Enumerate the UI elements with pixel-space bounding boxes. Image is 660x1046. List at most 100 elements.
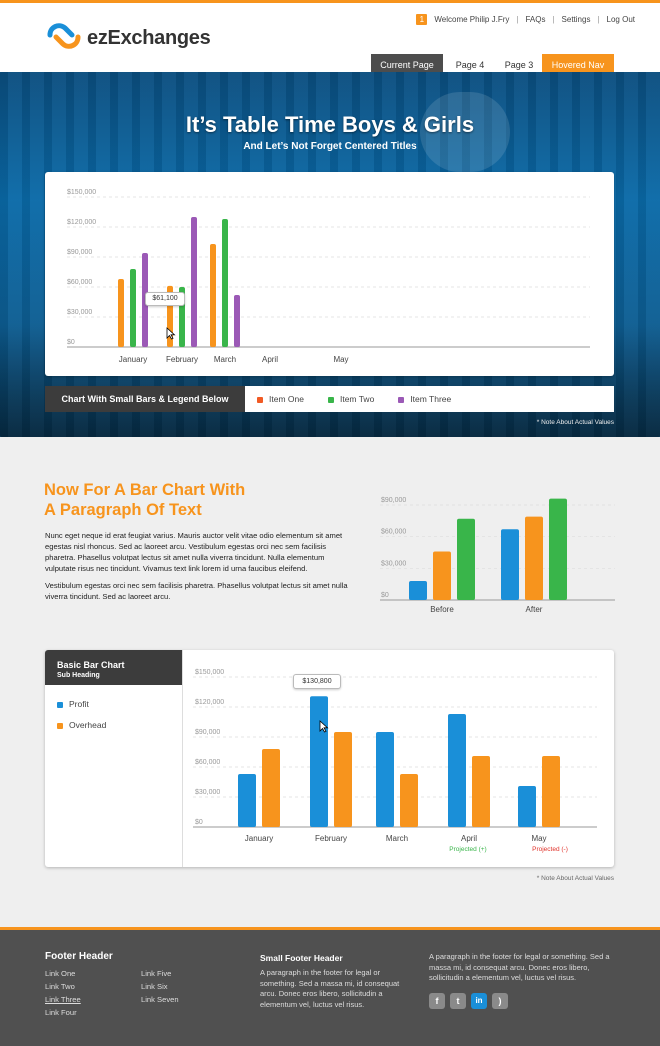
y-tick-label: $60,000 (195, 759, 220, 766)
x-tick-label: After (526, 605, 543, 614)
footer-links-col-2: Link Five Link Six Link Seven (141, 969, 179, 1008)
section-paragraph-2: Vestibulum egestas orci nec sem facilisi… (45, 581, 348, 601)
chart-2-plot: $90,000 $60,000 $30,000 $0 Before After (380, 497, 615, 614)
footer-link-five[interactable]: Link Five (141, 969, 179, 982)
cursor-icon (166, 327, 176, 340)
chart-3-plot: $150,000 $120,000 $90,000 $60,000 $30,000 $0 J… (193, 669, 597, 843)
x-tick-label: February (166, 355, 198, 364)
chart-bar (472, 756, 490, 827)
chart-bar (334, 732, 352, 827)
x-tick-label: January (119, 355, 147, 364)
chart-bar (234, 295, 240, 347)
linkedin-icon[interactable]: in (471, 993, 487, 1009)
legend-overhead: Overhead (57, 720, 106, 730)
divider: | (552, 15, 555, 24)
brand-name[interactable]: ezExchanges (87, 27, 211, 50)
april-projection-note: Projected (+) (449, 846, 487, 853)
y-tick-label: $120,000 (67, 219, 96, 226)
y-tick-label: $90,000 (67, 249, 92, 256)
legend-item-three: Item Three (398, 394, 451, 404)
y-tick-label: $90,000 (195, 729, 220, 736)
chart-bar (238, 774, 256, 827)
x-tick-label: January (245, 834, 273, 843)
footer-right-text: A paragraph in the footer for legal or s… (429, 952, 610, 982)
chart-bar (457, 518, 475, 600)
chart-bar (542, 756, 560, 827)
footer-link-two[interactable]: Link Two (45, 982, 81, 995)
chart-bar (501, 529, 519, 600)
facebook-icon[interactable]: f (429, 993, 445, 1009)
footer-accent-bar (0, 927, 660, 930)
site-footer: Footer Header Link One Link Two Link Thr… (0, 927, 660, 1046)
chart-bar (262, 749, 280, 827)
chart-bar (376, 732, 394, 827)
chart-1-note: * Note About Actual Values (536, 419, 614, 426)
x-tick-label: March (214, 355, 236, 364)
section-heading: Now For A Bar Chart With A Paragraph Of … (44, 481, 246, 519)
chart-bar (191, 217, 197, 347)
notification-badge[interactable]: 1 (416, 14, 428, 25)
chart-bar (130, 269, 136, 347)
chart-1-tooltip: $61,100 (145, 292, 185, 306)
chart-bar (525, 516, 543, 600)
may-projection-note: Projected (-) (532, 846, 568, 853)
footer-link-seven[interactable]: Link Seven (141, 995, 179, 1008)
y-tick-label: $0 (67, 339, 75, 346)
y-tick-label: $30,000 (195, 789, 220, 796)
chart-bar (448, 714, 466, 827)
legend-item-two: Item Two (327, 394, 374, 404)
footer-link-one[interactable]: Link One (45, 969, 81, 982)
y-tick-label: $150,000 (67, 189, 96, 196)
chart-bar (518, 786, 536, 827)
x-tick-label: May (531, 834, 546, 843)
chart-bar (433, 551, 451, 600)
footer-link-three[interactable]: Link Three (45, 995, 81, 1008)
footer-link-four[interactable]: Link Four (45, 1008, 81, 1021)
footer-link-six[interactable]: Link Six (141, 982, 179, 995)
chart-bar (222, 219, 228, 347)
legend-profit: Profit (57, 699, 89, 709)
footer-header: Footer Header (45, 951, 113, 962)
chart-3-header: Basic Bar Chart Sub Heading (45, 650, 182, 685)
utility-nav: 1 Welcome Philip J.Fry | FAQs | Settings… (416, 14, 635, 25)
x-tick-label: May (333, 355, 348, 364)
x-tick-label: April (262, 355, 278, 364)
chart-1-plot: $150,000 $120,000 $90,000 $60,000 $30,000 $0 J… (67, 189, 590, 364)
y-tick-label: $90,000 (381, 497, 406, 504)
divider: | (516, 15, 519, 24)
y-tick-label: $30,000 (381, 560, 406, 567)
logout-link[interactable]: Log Out (607, 15, 635, 24)
hero-subtitle: And Let’s Not Forget Centered Titles (243, 141, 417, 152)
section-paragraph-1: Nunc eget neque id erat feugiat varius. … (45, 531, 343, 573)
chart-bar (310, 696, 328, 827)
footer-links-col-1: Link One Link Two Link Three Link Four (45, 969, 81, 1021)
chart-3-subheading: Sub Heading (57, 672, 100, 679)
chart-1-legend: Item One Item Two Item Three (245, 386, 614, 412)
chart-bar (549, 498, 567, 600)
divider: | (597, 15, 600, 24)
x-tick-label: February (315, 834, 347, 843)
chart-3-tooltip: $130,800 (293, 674, 341, 689)
chart-1-legend-title: Chart With Small Bars & Legend Below (45, 386, 245, 412)
x-tick-label: Before (430, 605, 454, 614)
chart-bar (400, 774, 418, 827)
x-tick-label: March (386, 834, 408, 843)
y-tick-label: $30,000 (67, 309, 92, 316)
settings-link[interactable]: Settings (562, 15, 591, 24)
legend-item-one: Item One (257, 394, 304, 404)
x-tick-label: April (461, 834, 477, 843)
y-tick-label: $0 (381, 592, 389, 599)
cursor-icon (319, 720, 329, 733)
chart-bar (210, 244, 216, 347)
twitter-icon[interactable]: t (450, 993, 466, 1009)
chart-3-title: Basic Bar Chart (57, 660, 125, 670)
footer-small-header: Small Footer Header (260, 953, 343, 963)
rss-icon[interactable]: ) (492, 993, 508, 1009)
site-header: ezExchanges 1 Welcome Philip J.Fry | FAQ… (0, 3, 660, 75)
faqs-link[interactable]: FAQs (525, 15, 545, 24)
y-tick-label: $150,000 (195, 669, 224, 676)
chart-bar (118, 279, 124, 347)
logo-icon[interactable] (44, 21, 84, 53)
social-icons: f t in ) (429, 993, 508, 1009)
y-tick-label: $60,000 (67, 279, 92, 286)
